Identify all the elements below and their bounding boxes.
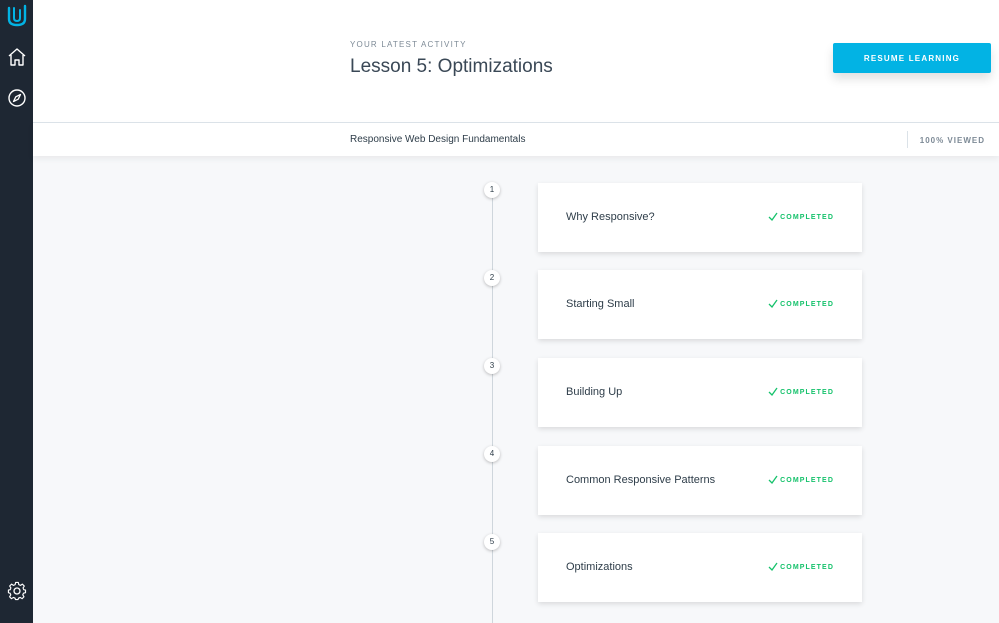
check-icon	[768, 212, 778, 222]
lesson-card[interactable]: Building Up COMPLETED	[538, 358, 862, 427]
lesson-title: Optimizations	[566, 561, 633, 573]
status-label: COMPLETED	[780, 476, 834, 484]
check-icon	[768, 299, 778, 309]
lesson-card[interactable]: Why Responsive? COMPLETED	[538, 183, 862, 252]
timeline-line	[492, 190, 493, 623]
step-number: 3	[484, 358, 500, 374]
latest-activity-header: YOUR LATEST ACTIVITY Lesson 5: Optimizat…	[33, 0, 999, 122]
status-label: COMPLETED	[780, 563, 834, 571]
compass-icon[interactable]	[0, 84, 33, 112]
page-title: Lesson 5: Optimizations	[350, 56, 553, 77]
lesson-title: Starting Small	[566, 298, 635, 310]
status-badge: COMPLETED	[768, 299, 834, 309]
lesson-title: Building Up	[566, 386, 623, 398]
lesson-title: Common Responsive Patterns	[566, 474, 716, 486]
divider	[907, 131, 908, 148]
step-number: 5	[484, 534, 500, 550]
lesson-card[interactable]: Starting Small COMPLETED	[538, 270, 862, 339]
course-bar: Responsive Web Design Fundamentals 100% …	[33, 122, 999, 156]
lesson-card[interactable]: Optimizations COMPLETED	[538, 533, 862, 602]
course-name[interactable]: Responsive Web Design Fundamentals	[350, 134, 525, 145]
udacity-logo-icon[interactable]	[0, 2, 33, 30]
status-badge: COMPLETED	[768, 212, 834, 222]
step-number: 1	[484, 182, 500, 198]
lesson-title: Why Responsive?	[566, 211, 655, 223]
step-number: 2	[484, 270, 500, 286]
status-label: COMPLETED	[780, 388, 834, 396]
sidebar	[0, 0, 33, 623]
status-badge: COMPLETED	[768, 475, 834, 485]
status-badge: COMPLETED	[768, 387, 834, 397]
home-icon[interactable]	[0, 43, 33, 71]
gear-icon[interactable]	[0, 577, 33, 605]
check-icon	[768, 475, 778, 485]
step-number: 4	[484, 446, 500, 462]
status-label: COMPLETED	[780, 300, 834, 308]
status-label: COMPLETED	[780, 213, 834, 221]
viewed-progress: 100% VIEWED	[919, 136, 985, 145]
resume-learning-button[interactable]: RESUME LEARNING	[833, 43, 991, 73]
lesson-card[interactable]: Common Responsive Patterns COMPLETED	[538, 446, 862, 515]
check-icon	[768, 387, 778, 397]
latest-activity-label: YOUR LATEST ACTIVITY	[350, 40, 467, 49]
check-icon	[768, 562, 778, 572]
status-badge: COMPLETED	[768, 562, 834, 572]
